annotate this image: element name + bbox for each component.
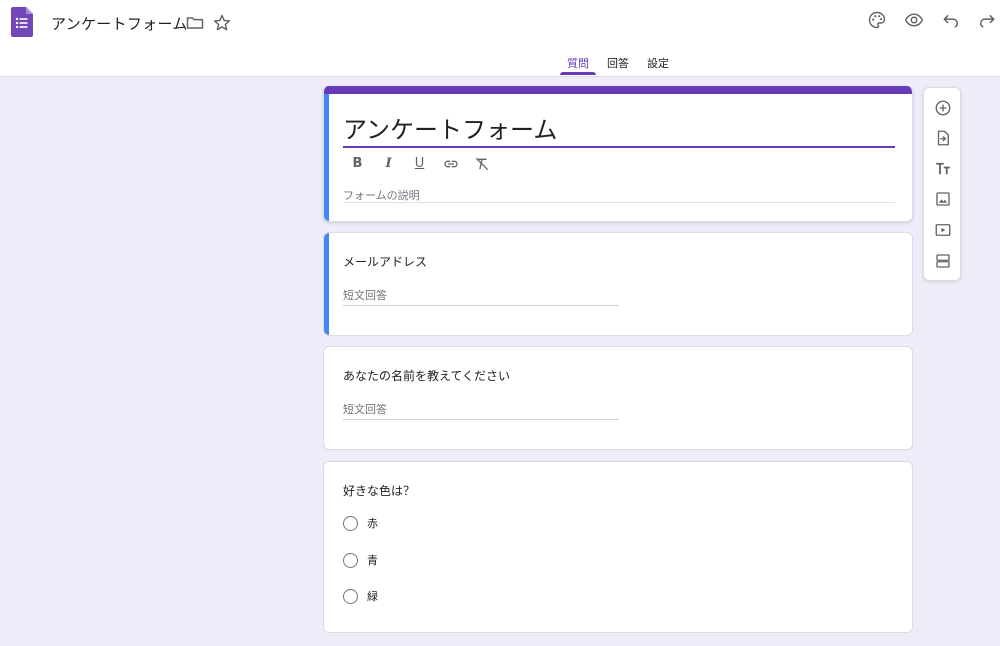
forms-logo-icon[interactable] — [11, 7, 33, 37]
question-card-color[interactable]: 好きな色は？ 赤 青 緑 — [323, 461, 913, 633]
short-answer-underline — [343, 419, 619, 420]
underline-button[interactable]: U — [410, 154, 429, 173]
app-header: アンケートフォーム 質問 回答 設定 — [0, 0, 1000, 77]
clear-formatting-icon[interactable] — [472, 154, 491, 173]
document-title[interactable]: アンケートフォーム — [51, 13, 188, 34]
title-underline — [343, 146, 895, 148]
palette-icon[interactable] — [865, 8, 889, 32]
link-icon[interactable] — [441, 154, 460, 173]
tab-bar: 質問 回答 設定 — [0, 48, 1000, 77]
radio-button[interactable] — [343, 515, 358, 531]
question-card-email[interactable]: メールアドレス 短文回答 — [323, 232, 913, 336]
question-title[interactable]: 好きな色は？ — [343, 482, 415, 499]
question-card-name[interactable]: あなたの名前を教えてください 短文回答 — [323, 346, 913, 450]
short-answer-underline — [343, 305, 619, 306]
description-underline — [343, 202, 895, 203]
question-title[interactable]: あなたの名前を教えてください — [343, 367, 510, 384]
short-answer-field: 短文回答 — [343, 289, 387, 302]
short-answer-field: 短文回答 — [343, 403, 387, 416]
import-question-icon[interactable] — [932, 127, 954, 149]
active-tab-indicator — [560, 72, 596, 75]
redo-icon[interactable] — [975, 8, 999, 32]
form-title[interactable]: アンケートフォーム — [343, 110, 557, 145]
italic-button[interactable]: I — [379, 154, 398, 173]
tab-responses[interactable]: 回答 — [607, 55, 629, 71]
bold-button[interactable]: B — [348, 154, 367, 173]
question-title[interactable]: メールアドレス — [343, 253, 427, 270]
radio-button[interactable] — [343, 588, 358, 604]
undo-icon[interactable] — [939, 8, 963, 32]
tab-settings[interactable]: 設定 — [647, 55, 669, 71]
star-icon[interactable] — [210, 11, 234, 35]
option-label: 青 — [367, 554, 378, 567]
radio-button[interactable] — [343, 552, 358, 568]
folder-icon[interactable] — [183, 11, 207, 35]
form-title-card[interactable]: アンケートフォーム B I U フォームの説明 — [323, 86, 913, 222]
tab-questions[interactable]: 質問 — [567, 55, 589, 71]
add-title-icon[interactable] — [932, 158, 954, 180]
radio-option[interactable]: 緑 — [343, 588, 378, 604]
radio-option[interactable]: 赤 — [343, 515, 378, 531]
add-question-icon[interactable] — [932, 97, 954, 119]
add-video-icon[interactable] — [932, 219, 954, 241]
add-section-icon[interactable] — [932, 250, 954, 272]
side-toolbar — [923, 87, 961, 281]
preview-eye-icon[interactable] — [902, 8, 926, 32]
option-label: 緑 — [367, 590, 378, 603]
add-image-icon[interactable] — [932, 188, 954, 210]
option-label: 赤 — [367, 517, 378, 530]
format-toolbar: B I U — [348, 154, 491, 176]
form-description-input[interactable]: フォームの説明 — [343, 187, 420, 203]
radio-option[interactable]: 青 — [343, 552, 378, 568]
theme-accent-bar — [324, 86, 912, 94]
